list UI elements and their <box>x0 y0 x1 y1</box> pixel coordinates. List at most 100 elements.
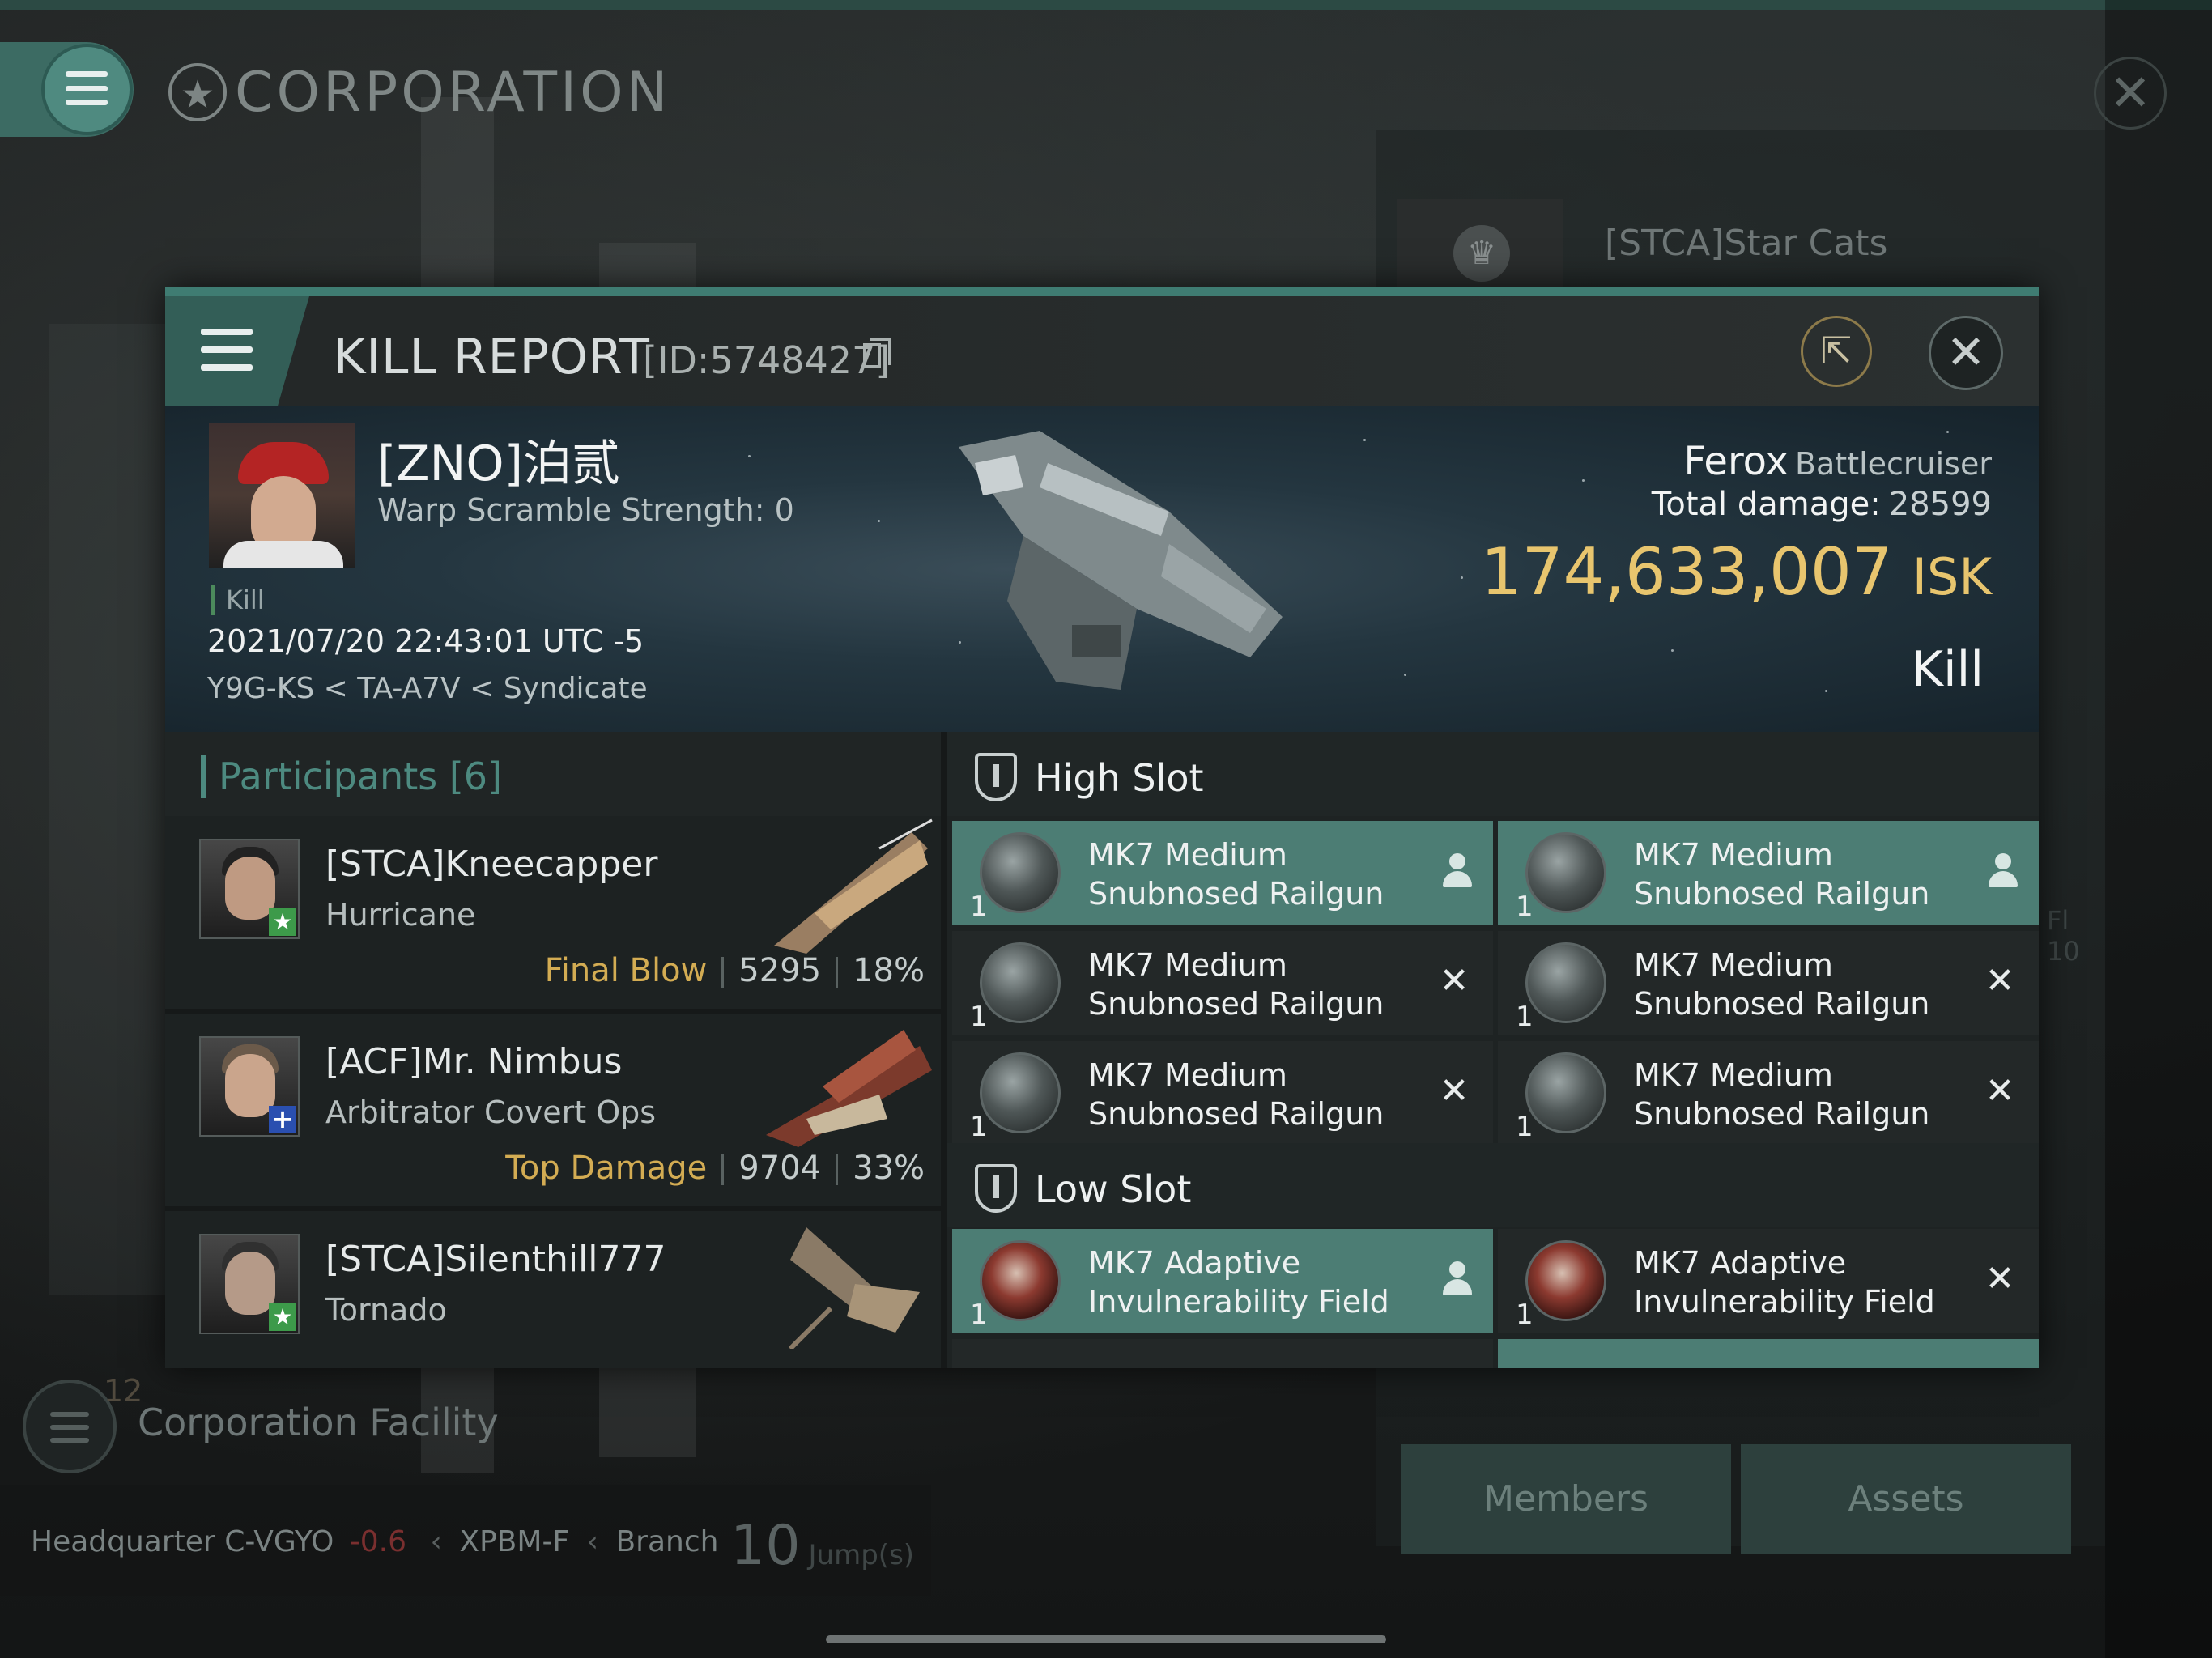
hq-region: Branch <box>615 1525 719 1558</box>
module-name: MK7 Adaptive Invulnerability Field <box>1634 1245 1935 1320</box>
tab-members[interactable]: Members <box>1401 1444 1731 1554</box>
right-edge-shade <box>2105 0 2212 1658</box>
tab-assets[interactable]: Assets <box>1741 1444 2071 1554</box>
corp-close-button[interactable]: ✕ <box>2094 57 2167 130</box>
crown-icon: ♛ <box>1453 225 1510 282</box>
facility-label: Corporation Facility <box>138 1401 499 1444</box>
total-damage-label: Total damage: <box>1651 486 1881 523</box>
hq-security: -0.6 <box>349 1525 406 1558</box>
railgun-icon <box>1525 1052 1606 1133</box>
participant-ship-image <box>766 1030 932 1147</box>
star-badge-icon: ★ <box>269 908 296 936</box>
facility-menu-button[interactable] <box>23 1380 117 1473</box>
participant-row[interactable]: ★ [STCA]Silenthill777 Tornado <box>165 1211 941 1368</box>
module-quantity: 1 <box>1516 1111 1534 1143</box>
participant-avatar: ★ <box>199 1234 300 1334</box>
participant-damage: 9704 <box>738 1150 822 1187</box>
participants-header: Participants [6] <box>165 732 941 816</box>
module-quantity: 1 <box>1516 1299 1534 1331</box>
railgun-icon <box>1525 832 1606 913</box>
module-name: MK7 Medium Snubnosed Railgun <box>1088 837 1385 912</box>
high-slot-icon <box>975 753 1017 801</box>
final-blow-label: Final Blow <box>544 952 708 989</box>
destroyed-x-icon: ✕ <box>1984 1258 2015 1299</box>
participant-avatar: ★ <box>199 839 300 939</box>
isk-value: 174,633,007 ISK <box>1481 534 1992 610</box>
module-quantity: 1 <box>1516 891 1534 923</box>
module-row[interactable]: 1 MK7 Medium Snubnosed Railgun <box>1498 821 2039 925</box>
module-row-partial[interactable] <box>952 1339 1493 1368</box>
module-row[interactable]: 1 MK7 Medium Snubnosed Railgun ✕ <box>952 1041 1493 1145</box>
destroyed-x-icon: ✕ <box>1984 1070 2015 1112</box>
participant-row[interactable]: ★ [STCA]Kneecapper Hurricane Final Blow 5… <box>165 816 941 1014</box>
headquarter-route: Headquarter C-VGYO -0.6 ‹ XPBM-F ‹ Branc… <box>31 1525 718 1558</box>
modal-menu-button[interactable] <box>165 296 309 406</box>
corp-star-icon: ★ <box>168 63 227 121</box>
kill-tag: Kill <box>211 585 265 615</box>
participant-percent: 18% <box>853 952 925 989</box>
destroyed-x-icon: ✕ <box>1439 1070 1470 1112</box>
victim-ship-image[interactable] <box>926 414 1315 722</box>
module-name: MK7 Adaptive Invulnerability Field <box>1088 1245 1389 1320</box>
module-name: MK7 Medium Snubnosed Railgun <box>1634 947 1930 1022</box>
page-title: CORPORATION <box>235 61 671 125</box>
victim-ship: Ferox Battlecruiser <box>1683 439 1992 484</box>
home-indicator[interactable] <box>826 1635 1386 1643</box>
railgun-icon <box>1525 942 1606 1023</box>
low-slot-icon <box>975 1164 1017 1213</box>
share-button[interactable]: ⇱ <box>1801 316 1872 387</box>
victim-banner: [ZNO]泊贰 Warp Scramble Strength: 0 Kill 2… <box>165 406 2039 732</box>
module-row[interactable]: 1 MK7 Medium Snubnosed Railgun ✕ <box>952 931 1493 1035</box>
chevron-left-icon: ‹ <box>430 1525 442 1558</box>
side-text-2: 10 <box>2047 936 2080 967</box>
victim-name[interactable]: [ZNO]泊贰 <box>377 424 620 495</box>
dropped-person-icon <box>1441 853 1474 891</box>
fitting-panel: High Slot 1 MK7 Medium Snubnosed Railgun… <box>947 732 2039 1368</box>
module-row[interactable]: 1 MK7 Medium Snubnosed Railgun ✕ <box>1498 1041 2039 1145</box>
jumps-unit: Jump(s) <box>808 1539 915 1571</box>
isk-amount: 174,633,007 <box>1480 534 1893 610</box>
total-damage: Total damage: 28599 <box>1652 486 1992 523</box>
high-slot-header: High Slot <box>947 732 2039 816</box>
module-row[interactable]: 1 MK7 Medium Snubnosed Railgun <box>952 821 1493 925</box>
chevron-left-icon: ‹ <box>586 1525 598 1558</box>
total-damage-value: 28599 <box>1888 486 1992 523</box>
railgun-icon <box>980 832 1061 913</box>
module-quantity: 1 <box>970 1299 988 1331</box>
hq-constellation: XPBM-F <box>459 1525 570 1558</box>
module-quantity: 1 <box>970 1111 988 1143</box>
kill-result: Kill <box>1911 641 1984 698</box>
module-row[interactable]: 1 MK7 Adaptive Invulnerability Field <box>952 1229 1493 1333</box>
top-damage-label: Top Damage <box>505 1150 708 1187</box>
participant-ship: Tornado <box>325 1292 447 1328</box>
invulnerability-field-icon <box>980 1240 1061 1321</box>
ship-name: Ferox <box>1683 439 1789 484</box>
plus-badge-icon: + <box>269 1106 296 1133</box>
participant-ship: Arbitrator Covert Ops <box>325 1095 657 1130</box>
module-row[interactable]: 1 MK7 Medium Snubnosed Railgun ✕ <box>1498 931 2039 1035</box>
participant-name: [STCA]Silenthill777 <box>325 1239 666 1280</box>
dropped-person-icon <box>1441 1261 1474 1299</box>
copy-icon[interactable] <box>863 338 891 368</box>
warp-scramble-strength: Warp Scramble Strength: 0 <box>377 492 794 528</box>
participants-title[interactable]: Participants [6] <box>201 755 502 798</box>
jumps-value: 10 <box>730 1514 801 1578</box>
module-row-partial[interactable] <box>1498 1339 2039 1368</box>
side-text: Fl 10 <box>2047 905 2080 967</box>
module-name: MK7 Medium Snubnosed Railgun <box>1088 1057 1385 1132</box>
ship-class: Battlecruiser <box>1794 446 1992 482</box>
module-quantity: 1 <box>1516 1001 1534 1033</box>
module-row[interactable]: 1 MK7 Adaptive Invulnerability Field ✕ <box>1498 1229 2039 1333</box>
menu-circle <box>45 47 130 132</box>
participant-row[interactable]: + [ACF]Mr. Nimbus Arbitrator Covert Ops … <box>165 1014 941 1211</box>
close-button[interactable]: ✕ <box>1929 316 2003 390</box>
top-strip <box>0 0 2212 10</box>
destroyed-x-icon: ✕ <box>1439 960 1470 1001</box>
participant-name: [STCA]Kneecapper <box>325 844 658 885</box>
participant-stats: Final Blow 5295 18% <box>545 952 925 989</box>
corp-menu-button[interactable] <box>0 42 134 137</box>
railgun-icon <box>980 942 1061 1023</box>
hamburger-icon <box>201 329 253 371</box>
jumps-count: 10 Jump(s) <box>730 1514 914 1578</box>
victim-portrait[interactable] <box>209 423 355 568</box>
